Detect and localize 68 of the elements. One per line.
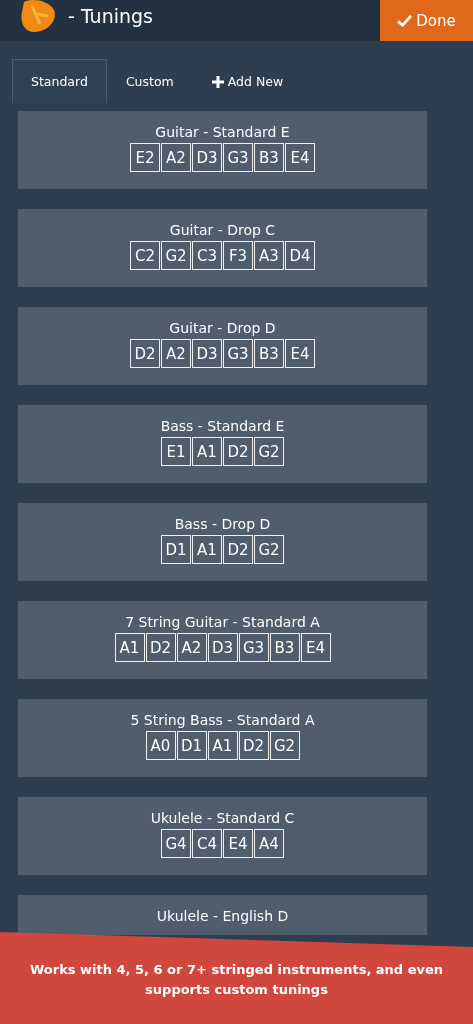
tuning-name: Ukulele - English D (156, 907, 289, 925)
note-label: G3 (223, 143, 253, 172)
note-label: D2 (238, 731, 269, 760)
tuning-card[interactable]: Guitar - Standard E E2 A2 D3 G3 B3 E4 (18, 111, 427, 189)
note-label: G3 (238, 633, 269, 662)
note-label: B3 (269, 633, 300, 662)
note-label: A1 (114, 633, 145, 662)
tuning-name: 7 String Guitar - Standard A (125, 613, 320, 631)
tuning-card[interactable]: Ukulele - English D (18, 895, 427, 935)
tuning-name: Bass - Standard E (160, 417, 285, 435)
tuning-name: Guitar - Drop D (169, 319, 276, 337)
note-label: E4 (300, 633, 331, 662)
note-label: A1 (192, 535, 222, 564)
note-label: G2 (254, 437, 284, 466)
page-title: - Tunings (68, 4, 154, 27)
note-label: D2 (130, 339, 160, 368)
note-label: G4 (161, 829, 191, 858)
note-label: D3 (192, 339, 222, 368)
tuning-name: 5 String Bass - Standard A (130, 711, 315, 729)
banner-text: Works with 4, 5, 6 or 7+ stringed instruments, and even supports custom tunings (28, 961, 445, 999)
tab[interactable]: Add New (192, 59, 303, 103)
note-label: D2 (145, 633, 176, 662)
tuning-card[interactable]: 5 String Bass - Standard A A0 D1 A1 D2 G2 (18, 699, 427, 777)
note-label: A1 (192, 437, 222, 466)
note-label: C4 (192, 829, 222, 858)
note-label: B3 (254, 339, 284, 368)
note-label: A2 (176, 633, 207, 662)
note-label: G3 (223, 339, 253, 368)
tuning-card[interactable]: Bass - Standard E E1 A1 D2 G2 (18, 405, 427, 483)
note-label: F3 (223, 241, 253, 270)
note-label: G2 (269, 731, 300, 760)
tuning-card[interactable]: Ukulele - Standard C G4 C4 E4 A4 (18, 797, 427, 875)
note-label: D3 (207, 633, 238, 662)
tuning-name: Ukulele - Standard C (150, 809, 295, 827)
note-label: A0 (145, 731, 176, 760)
note-label: A2 (161, 339, 191, 368)
tuning-card[interactable]: Guitar - Drop C C2 G2 C3 F3 A3 D4 (18, 209, 427, 287)
note-label: E4 (285, 339, 315, 368)
tuning-card[interactable]: 7 String Guitar - Standard A A1 D2 A2 D3 G3 B3 E4 (18, 601, 427, 679)
note-label: D4 (285, 241, 315, 270)
note-label: E2 (130, 143, 160, 172)
tuning-name: Guitar - Standard E (155, 123, 290, 141)
tuning-name: Guitar - Drop C (169, 221, 276, 239)
note-label: A1 (207, 731, 238, 760)
note-label: A2 (161, 143, 191, 172)
note-label: E4 (223, 829, 253, 858)
note-label: D2 (223, 535, 253, 564)
note-label: D1 (161, 535, 191, 564)
note-label: D3 (192, 143, 222, 172)
note-label: E4 (285, 143, 315, 172)
note-label: B3 (254, 143, 284, 172)
note-label: A4 (254, 829, 284, 858)
note-label: C2 (130, 241, 160, 270)
note-label: A3 (254, 241, 284, 270)
note-label: D1 (176, 731, 207, 760)
done-button[interactable]: Done (380, 0, 473, 41)
note-label: G2 (254, 535, 284, 564)
tab[interactable]: Standard (12, 59, 107, 103)
note-label: C3 (192, 241, 222, 270)
check-icon (397, 14, 413, 27)
note-label: E1 (161, 437, 191, 466)
note-label: D2 (223, 437, 253, 466)
plus-icon (211, 75, 224, 88)
tuning-name: Bass - Drop D (174, 515, 271, 533)
tab[interactable]: Custom (106, 59, 193, 103)
tuning-card[interactable]: Guitar - Drop D D2 A2 D3 G3 B3 E4 (18, 307, 427, 385)
tuning-card[interactable]: Bass - Drop D D1 A1 D2 G2 (18, 503, 427, 581)
note-label: G2 (161, 241, 191, 270)
